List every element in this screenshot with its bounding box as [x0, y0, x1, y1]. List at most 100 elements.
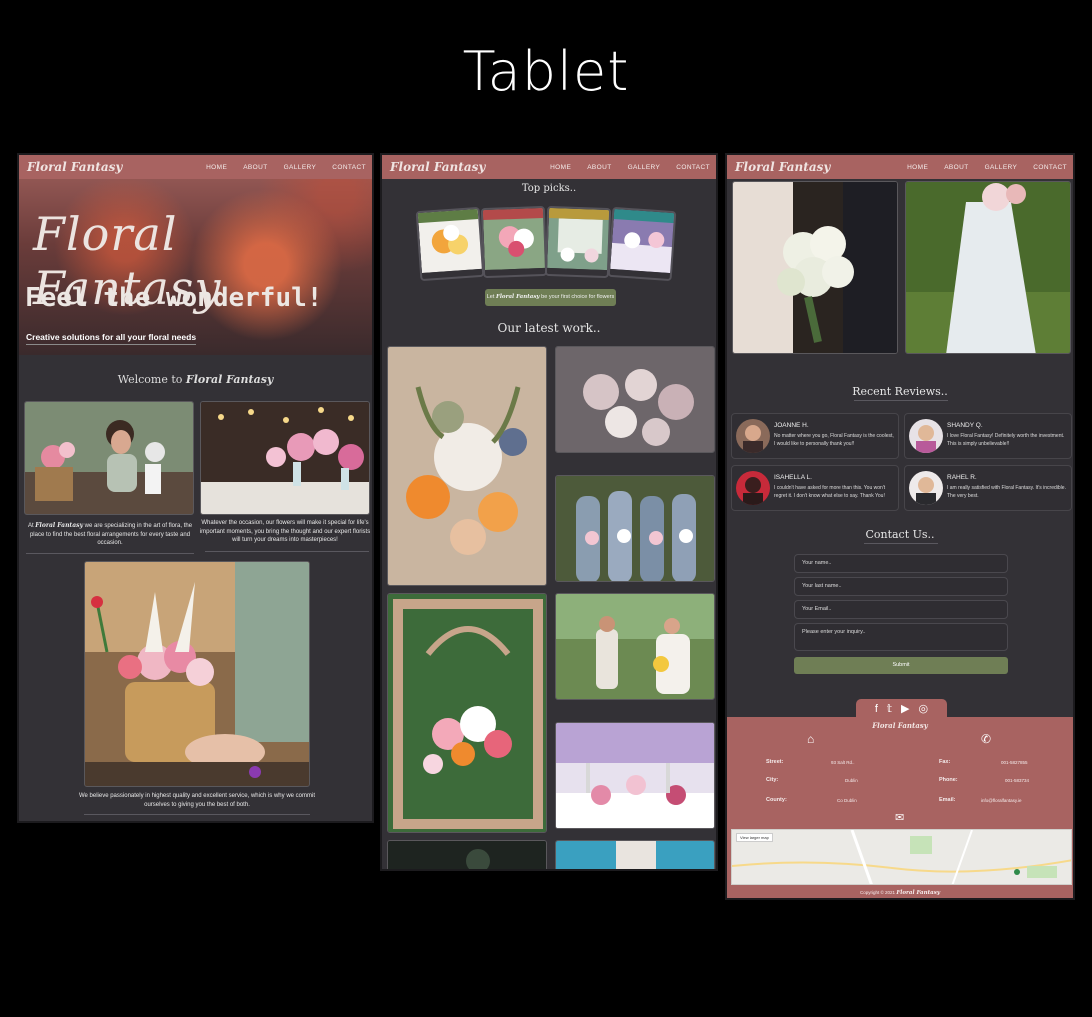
divider — [854, 400, 948, 401]
home-icon: ⌂ — [807, 732, 815, 746]
nav-gallery[interactable]: GALLERY — [284, 164, 317, 171]
inquiry-textarea[interactable]: Please enter your inquiry.. — [794, 623, 1008, 651]
gallery-photo-bridesmaids[interactable] — [555, 475, 715, 582]
nav-about[interactable]: ABOUT — [944, 164, 968, 171]
facebook-icon[interactable]: f — [875, 703, 878, 715]
review-text: I am really satisfied with Floral Fantas… — [947, 485, 1066, 499]
brand-logo[interactable]: Floral Fantasy — [390, 160, 485, 174]
divider — [26, 553, 194, 554]
home-page-screenshot: Floral Fantasy Feel the wonderful! Creat… — [17, 153, 374, 823]
copyright: Copyright © 2021 Floral Fantasy — [859, 890, 941, 896]
gallery-page-screenshot: Floral Fantasy HOME ABOUT GALLERY CONTAC… — [380, 153, 718, 871]
reviewer-name: ISAHELLA L. — [774, 474, 812, 481]
footer: Floral Fantasy ⌂ ✆ ✉ Street: 93 Salt Rd.… — [727, 717, 1073, 898]
mail-icon: ✉ — [895, 812, 905, 824]
welcome-heading: Welcome to Floral Fantasy — [19, 373, 372, 386]
city-label: City: — [766, 777, 779, 783]
divider — [864, 543, 938, 544]
top-pick-card[interactable] — [607, 206, 677, 282]
phone-label: Phone: — [939, 777, 958, 783]
email-field[interactable]: Your Email.. — [794, 600, 1008, 619]
hero-caption: Creative solutions for all your floral n… — [26, 332, 197, 345]
gallery-photo-dark[interactable] — [387, 840, 547, 869]
about-text-2: Whatever the occasion, our flowers will … — [199, 520, 371, 544]
brand-logo[interactable]: Floral Fantasy — [27, 160, 122, 174]
street-value: 93 Salt Rd.. — [831, 760, 855, 765]
contact-page-screenshot: Floral Fantasy HOME ABOUT GALLERY CONTAC… — [725, 153, 1075, 900]
reviewer-name: RAHEL R. — [947, 474, 977, 481]
page-title: Tablet — [462, 40, 630, 103]
welcome-prefix: Welcome to — [117, 373, 183, 386]
hero-banner: Floral Fantasy Feel the wonderful! Creat… — [19, 155, 372, 355]
last-name-field[interactable]: Your last name.. — [794, 577, 1008, 596]
email-value: info@floralfantasy.ie — [981, 798, 1022, 803]
social-links: f 𝕥 ▶ ◎ — [856, 699, 947, 718]
reviewer-name: JOANNE H. — [774, 422, 809, 429]
nav-contact[interactable]: CONTACT — [676, 164, 710, 171]
gallery-photo-roses[interactable] — [555, 346, 715, 453]
review-card: SHANDY Q. I love Floral Fantasy! Definit… — [904, 413, 1072, 459]
nav-contact[interactable]: CONTACT — [1033, 164, 1067, 171]
top-picks-carousel — [415, 205, 682, 282]
avatar — [909, 471, 943, 505]
nav-about[interactable]: ABOUT — [587, 164, 611, 171]
fax-label: Fax: — [939, 759, 951, 765]
name-field[interactable]: Your name.. — [794, 554, 1008, 573]
gallery-photo-bouquet[interactable] — [387, 346, 547, 586]
gallery-photo-dress[interactable] — [555, 840, 715, 869]
email-label: Email: — [939, 797, 956, 803]
welcome-brand: Floral Fantasy — [185, 373, 274, 386]
youtube-icon[interactable]: ▶ — [901, 702, 909, 715]
avatar — [909, 419, 943, 453]
street-label: Street: — [766, 759, 784, 765]
phone-icon: ✆ — [981, 732, 992, 746]
contact-heading: Contact Us.. — [865, 528, 935, 541]
review-text: I love Floral Fantasy! Definitely worth … — [947, 433, 1065, 447]
top-pick-card[interactable] — [415, 206, 485, 282]
flower-basket-photo — [84, 561, 310, 787]
top-pick-card[interactable] — [544, 205, 612, 279]
latest-work-heading: Our latest work.. — [497, 321, 601, 335]
bride-bouquet-photo[interactable] — [732, 181, 898, 354]
divider — [205, 551, 369, 552]
gallery-photo-reception[interactable] — [555, 722, 715, 829]
city-value: Dublin — [845, 778, 858, 783]
instagram-icon[interactable]: ◎ — [919, 702, 929, 715]
county-value: Co Dublin — [837, 798, 857, 803]
fax-value: 001-5827855 — [1001, 760, 1028, 765]
review-text: No matter where you go, Floral Fantasy i… — [774, 433, 894, 447]
gallery-photo-wedding-couple[interactable] — [555, 593, 715, 700]
recent-reviews-heading: Recent Reviews.. — [852, 385, 948, 398]
brand-logo[interactable]: Floral Fantasy — [735, 160, 830, 174]
reviewer-name: SHANDY Q. — [947, 422, 983, 429]
about-text-3: We believe passionately in highest quali… — [78, 793, 315, 808]
about-text-1: At Floral Fantasy we are specializing in… — [27, 522, 193, 547]
location-map[interactable]: View larger map — [731, 829, 1072, 885]
florist-photo — [24, 401, 194, 515]
avatar — [736, 419, 770, 453]
avatar — [736, 471, 770, 505]
nav-gallery[interactable]: GALLERY — [985, 164, 1018, 171]
view-larger-map-link[interactable]: View larger map — [736, 833, 773, 842]
bride-dress-photo[interactable] — [905, 181, 1071, 354]
twitter-icon[interactable]: 𝕥 — [887, 702, 892, 715]
navbar: Floral Fantasy HOME ABOUT GALLERY CONTAC… — [382, 155, 716, 179]
top-pick-card[interactable] — [480, 205, 548, 279]
nav-home[interactable]: HOME — [907, 164, 928, 171]
review-card: JOANNE H. No matter where you go, Floral… — [731, 413, 899, 459]
nav-home[interactable]: HOME — [550, 164, 571, 171]
nav-about[interactable]: ABOUT — [243, 164, 267, 171]
nav-gallery[interactable]: GALLERY — [628, 164, 661, 171]
review-card: RAHEL R. I am really satisfied with Flor… — [904, 465, 1072, 511]
submit-button[interactable]: Submit — [794, 657, 1008, 674]
county-label: County: — [766, 797, 787, 803]
gallery-photo-window-arch[interactable] — [387, 593, 547, 833]
phone-value: 001-583734 — [1005, 778, 1030, 783]
review-text: I couldn't have asked for more than this… — [774, 485, 886, 499]
hero-subtitle: Feel the wonderful! — [25, 283, 323, 313]
nav-contact[interactable]: CONTACT — [332, 164, 366, 171]
navbar: Floral Fantasy HOME ABOUT GALLERY CONTAC… — [19, 155, 372, 179]
navbar: Floral Fantasy HOME ABOUT GALLERY CONTAC… — [727, 155, 1073, 179]
nav-home[interactable]: HOME — [206, 164, 227, 171]
divider — [84, 814, 310, 815]
